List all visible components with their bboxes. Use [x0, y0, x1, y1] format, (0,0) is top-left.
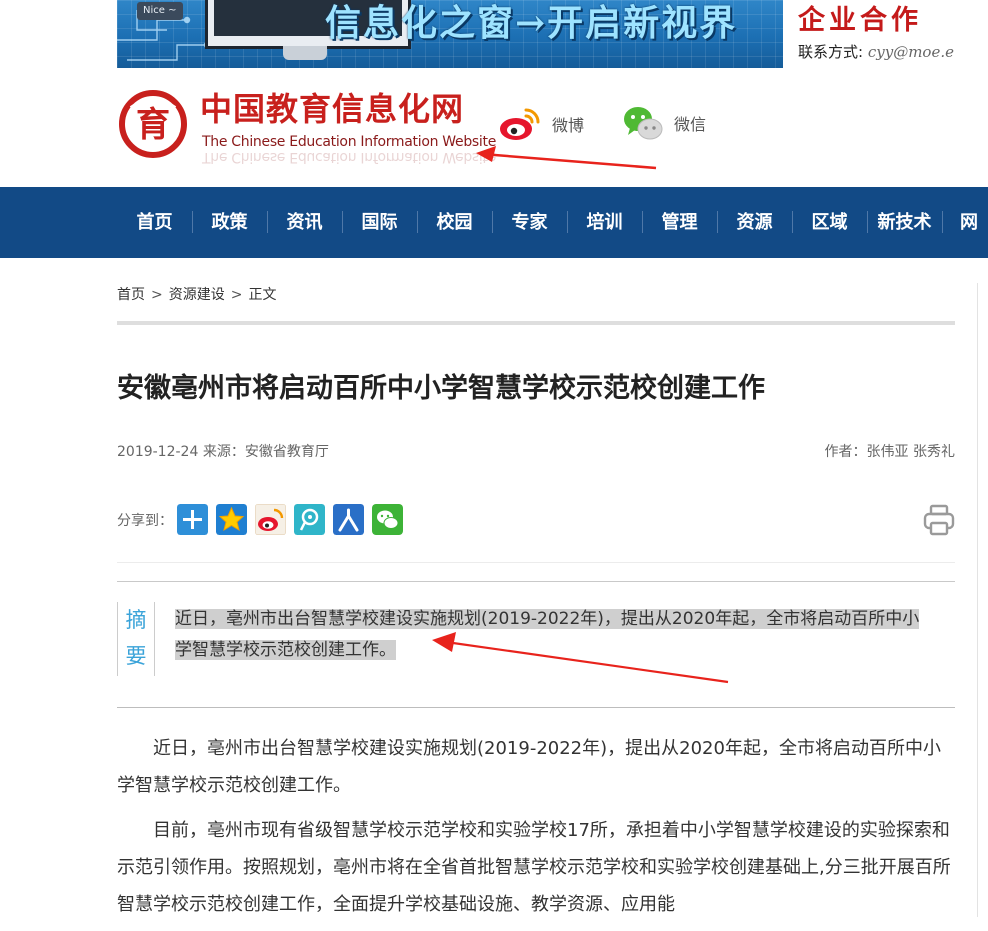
nav-item-experts[interactable]: 专家	[492, 187, 567, 258]
banner-badge: Nice ~	[137, 2, 183, 20]
sidebar-divider	[977, 283, 978, 917]
nav-item-news[interactable]: 资讯	[267, 187, 342, 258]
banner-slogan: 信息化之窗→开启新视界	[325, 2, 738, 44]
summary-bottom-border	[117, 707, 955, 708]
contact-email: cyy@moe.e	[867, 43, 954, 61]
print-icon[interactable]	[922, 503, 956, 537]
summary-top-border	[117, 581, 955, 582]
nav-item-home[interactable]: 首页	[117, 187, 192, 258]
main-nav: 首页 政策 资讯 国际 校园 专家 培训 管理 资源 区域 新技术 网	[0, 187, 988, 258]
site-logo-icon[interactable]: 育	[117, 88, 189, 160]
weibo-link[interactable]: 微博	[498, 104, 584, 144]
breadcrumb-home[interactable]: 首页	[117, 287, 145, 303]
breadcrumb-underline	[117, 321, 955, 325]
breadcrumb-section[interactable]: 资源建设	[169, 287, 225, 303]
qzone-icon[interactable]	[216, 504, 247, 535]
summary-highlight: 近日，亳州市出台智慧学校建设实施规划(2019-2022年)，提出从2020年起…	[175, 609, 920, 660]
site-name-en: The Chinese Education Information Websit…	[202, 134, 497, 150]
more-share-icon[interactable]	[177, 504, 208, 535]
annotation-arrow-logo	[476, 146, 657, 170]
nav-item-international[interactable]: 国际	[342, 187, 417, 258]
nav-item-campus[interactable]: 校园	[417, 187, 492, 258]
share-label: 分享到：	[117, 512, 173, 529]
nav-item-resources[interactable]: 资源	[717, 187, 792, 258]
site-name-cn[interactable]: 中国教育信息化网	[200, 84, 464, 130]
top-ad-banner[interactable]: Nice ~ 信息化之窗→开启新视界	[117, 0, 783, 68]
breadcrumb-current: 正文	[248, 287, 277, 303]
article-body: 近日，亳州市出台智慧学校建设实施规划(2019-2022年)，提出从2020年起…	[117, 730, 955, 931]
nav-item-management[interactable]: 管理	[642, 187, 717, 258]
nav-item-new-tech[interactable]: 新技术	[867, 187, 942, 258]
article-paragraph: 目前，亳州市现有省级智慧学校示范学校和实验学校17所，承担着中小学智慧学校建设的…	[117, 820, 951, 915]
weibo-icon	[500, 108, 540, 140]
breadcrumb: 首页 > 资源建设 > 正文	[117, 284, 276, 304]
nav-item-more[interactable]: 网	[942, 187, 988, 258]
share-bar: 分享到：	[117, 504, 411, 535]
article-paragraph: 近日，亳州市出台智慧学校建设实施规划(2019-2022年)，提出从2020年起…	[117, 738, 941, 796]
article-date: 2019-12-24	[117, 444, 199, 460]
wechat-label: 微信	[674, 115, 707, 134]
nav-item-policy[interactable]: 政策	[192, 187, 267, 258]
summary-label: 摘要	[117, 602, 155, 676]
tencent-weibo-icon[interactable]	[294, 504, 325, 535]
monitor-stand	[283, 46, 327, 60]
renren-icon[interactable]	[333, 504, 364, 535]
article-author: 作者：张伟亚 张秀礼	[824, 444, 955, 460]
site-name-en-reflection: The Chinese Education Information Websit…	[202, 149, 497, 165]
contact-line: 联系方式: cyy@moe.e	[798, 41, 988, 62]
nav-item-regions[interactable]: 区域	[792, 187, 867, 258]
logo-glyph: 育	[136, 105, 170, 145]
sina-weibo-icon[interactable]	[255, 504, 286, 535]
wechat-share-icon[interactable]	[372, 504, 403, 535]
summary-text: 近日，亳州市出台智慧学校建设实施规划(2019-2022年)，提出从2020年起…	[175, 604, 935, 666]
article-title: 安徽亳州市将启动百所中小学智慧学校示范校创建工作	[117, 373, 765, 404]
share-divider-top	[117, 562, 955, 563]
weibo-label: 微博	[552, 116, 585, 135]
article-meta: 2019-12-24 来源：安徽省教育厅	[117, 441, 329, 461]
breadcrumb-sep: >	[230, 287, 243, 303]
cooperation-ad[interactable]: 企业合作 联系方式: cyy@moe.e	[798, 0, 988, 68]
contact-label: 联系方式:	[798, 43, 864, 61]
wechat-link[interactable]: 微信	[622, 104, 706, 142]
breadcrumb-sep: >	[151, 287, 163, 303]
nav-item-training[interactable]: 培训	[567, 187, 642, 258]
cooperation-title: 企业合作	[798, 5, 922, 36]
article-source: 来源：安徽省教育厅	[202, 444, 329, 460]
wechat-icon	[624, 107, 663, 140]
